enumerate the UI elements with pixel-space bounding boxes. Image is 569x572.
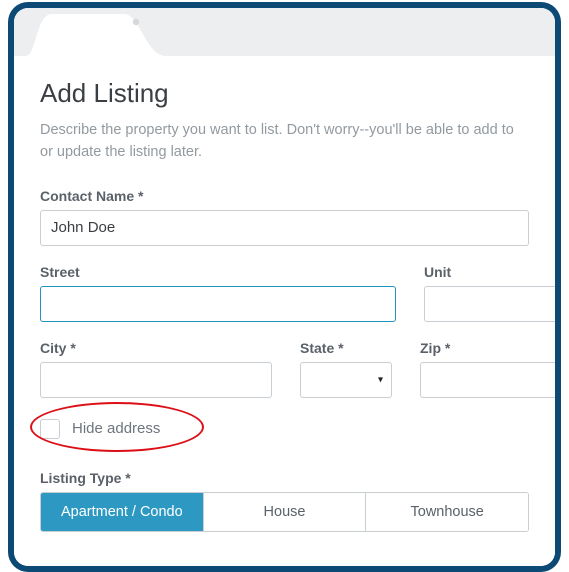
city-input[interactable] bbox=[40, 362, 272, 398]
page-title: Add Listing bbox=[40, 78, 529, 109]
city-label: City * bbox=[40, 340, 272, 356]
zip-input[interactable] bbox=[420, 362, 555, 398]
unit-label: Unit bbox=[424, 264, 555, 280]
listing-type-house[interactable]: House bbox=[204, 493, 367, 531]
listing-type-segmented: Apartment / Condo House Townhouse bbox=[40, 492, 529, 532]
contact-name-label: Contact Name * bbox=[40, 188, 529, 204]
unit-input[interactable] bbox=[424, 286, 555, 322]
state-select[interactable] bbox=[300, 362, 392, 398]
state-label: State * bbox=[300, 340, 392, 356]
contact-name-input[interactable] bbox=[40, 210, 529, 246]
street-label: Street bbox=[40, 264, 396, 280]
hide-address-checkbox[interactable] bbox=[40, 419, 60, 439]
listing-type-label: Listing Type * bbox=[40, 470, 529, 486]
listing-type-townhouse[interactable]: Townhouse bbox=[366, 493, 528, 531]
form-card: Add Listing Describe the property you wa… bbox=[14, 56, 555, 566]
zip-label: Zip * bbox=[420, 340, 555, 356]
tab-active[interactable] bbox=[26, 12, 166, 56]
listing-type-apartment[interactable]: Apartment / Condo bbox=[41, 493, 204, 531]
window-frame: Add Listing Describe the property you wa… bbox=[14, 8, 555, 566]
hide-address-label: Hide address bbox=[72, 420, 160, 437]
street-input[interactable] bbox=[40, 286, 396, 322]
page-subtitle: Describe the property you want to list. … bbox=[40, 119, 529, 164]
hide-address-row: Hide address bbox=[40, 416, 529, 442]
tab-bar bbox=[14, 8, 555, 56]
